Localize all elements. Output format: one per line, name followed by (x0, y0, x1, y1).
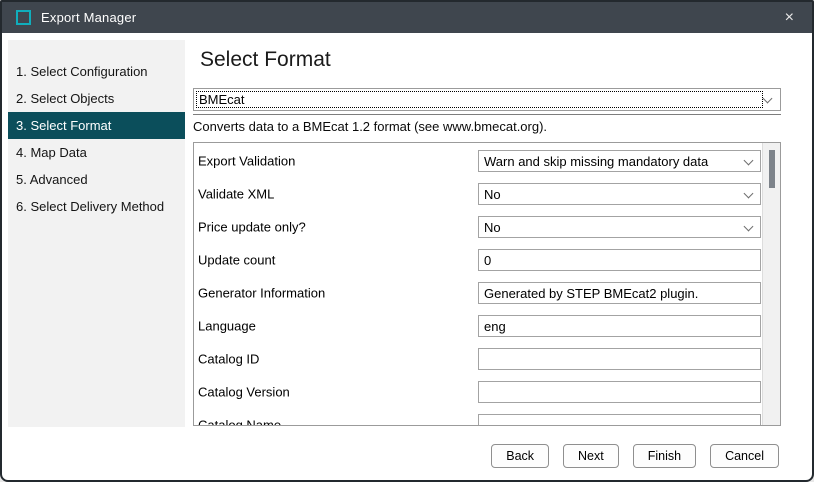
chevron-down-icon (744, 189, 754, 199)
field-label: Language (198, 319, 256, 334)
vertical-scrollbar[interactable] (762, 143, 780, 425)
chevron-down-icon (744, 222, 754, 232)
update-count-input[interactable] (478, 249, 761, 271)
format-select-value: BMEcat (199, 92, 245, 107)
format-select[interactable]: BMEcat (193, 88, 781, 111)
field-label: Catalog Name (198, 418, 281, 427)
wizard-buttons: Back Next Finish Cancel (491, 444, 779, 468)
catalog-version-input[interactable] (478, 381, 761, 403)
app-icon (16, 10, 31, 25)
sidebar-item-map-data[interactable]: 4. Map Data (8, 139, 185, 166)
form-row: Update count (194, 249, 761, 282)
cancel-button[interactable]: Cancel (710, 444, 779, 468)
focus-ring (196, 91, 763, 108)
field-label: Export Validation (198, 154, 295, 169)
chevron-down-icon (744, 156, 754, 166)
format-options-panel: Export Validation Warn and skip missing m… (193, 142, 781, 426)
generator-information-input[interactable] (478, 282, 761, 304)
select-value: No (484, 187, 501, 202)
field-label: Price update only? (198, 220, 306, 235)
catalog-name-input[interactable] (478, 414, 761, 426)
select-value: No (484, 220, 501, 235)
wizard-steps-sidebar: 1. Select Configuration2. Select Objects… (8, 40, 185, 427)
form-row: Catalog Version (194, 381, 761, 414)
price-update-only-select[interactable]: No (478, 216, 761, 238)
format-description: Converts data to a BMEcat 1.2 format (se… (193, 119, 547, 134)
scrollbar-thumb[interactable] (769, 150, 775, 188)
form-row: Generator Information (194, 282, 761, 315)
form-row: Catalog ID (194, 348, 761, 381)
sidebar-item-select-delivery-method[interactable]: 6. Select Delivery Method (8, 193, 185, 220)
page-title: Select Format (200, 48, 331, 72)
field-label: Validate XML (198, 187, 274, 202)
form-row: Price update only? No (194, 216, 761, 249)
form-row: Validate XML No (194, 183, 761, 216)
language-input[interactable] (478, 315, 761, 337)
field-label: Update count (198, 253, 275, 268)
select-value: Warn and skip missing mandatory data (484, 154, 708, 169)
close-icon[interactable]: × (781, 8, 798, 28)
field-label: Catalog ID (198, 352, 259, 367)
back-button[interactable]: Back (491, 444, 549, 468)
field-label: Catalog Version (198, 385, 290, 400)
separator (193, 114, 781, 115)
form-row: Language (194, 315, 761, 348)
finish-button[interactable]: Finish (633, 444, 696, 468)
sidebar-item-select-objects[interactable]: 2. Select Objects (8, 85, 185, 112)
export-validation-select[interactable]: Warn and skip missing mandatory data (478, 150, 761, 172)
window-title: Export Manager (41, 10, 136, 25)
validate-xml-select[interactable]: No (478, 183, 761, 205)
sidebar-item-select-configuration[interactable]: 1. Select Configuration (8, 58, 185, 85)
sidebar-item-select-format[interactable]: 3. Select Format (8, 112, 185, 139)
titlebar: Export Manager × (2, 2, 812, 33)
field-label: Generator Information (198, 286, 325, 301)
form-row: Catalog Name (194, 414, 761, 426)
form-rows: Export Validation Warn and skip missing m… (194, 150, 761, 426)
next-button[interactable]: Next (563, 444, 619, 468)
catalog-id-input[interactable] (478, 348, 761, 370)
chevron-down-icon (763, 94, 773, 104)
sidebar-item-advanced[interactable]: 5. Advanced (8, 166, 185, 193)
export-manager-dialog: Export Manager × 1. Select Configuration… (0, 0, 814, 482)
form-row: Export Validation Warn and skip missing m… (194, 150, 761, 183)
